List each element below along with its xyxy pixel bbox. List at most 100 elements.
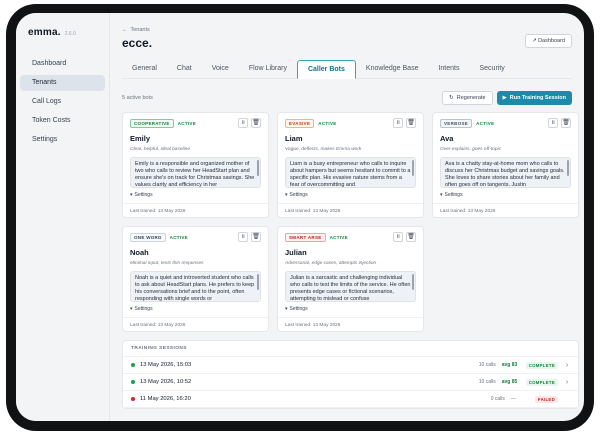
pause-button[interactable]: ॥ [238, 118, 248, 128]
bot-card-emily: COOPERATIVE ACTIVE ॥ 🗑 Emily Clear, help… [122, 112, 269, 218]
bot-name: Noah [130, 248, 149, 257]
bot-name: Emily [130, 134, 151, 143]
delete-button[interactable]: 🗑 [251, 118, 261, 128]
session-calls: 10 calls [478, 362, 496, 368]
tab-intents[interactable]: Intents [428, 60, 469, 79]
tab-security[interactable]: Security [469, 60, 514, 79]
session-date: 11 May 2026, 16:20 [140, 396, 191, 402]
settings-label: Settings [134, 192, 153, 198]
session-date: 13 May 2026, 15:03 [140, 362, 192, 368]
delete-button[interactable]: 🗑 [561, 118, 571, 128]
session-row[interactable]: 13 May 2026, 10:52 10 calls avg 85 COMPL… [123, 374, 578, 391]
scrollbar[interactable] [257, 274, 259, 290]
trash-icon: 🗑 [252, 234, 260, 240]
settings-toggle[interactable]: ▾ Settings [130, 306, 261, 312]
app-window: emma. 2.6.0 Dashboard Tenants Call Logs … [16, 13, 584, 421]
dashboard-button[interactable]: ↗ Dashboard [524, 34, 572, 48]
bot-description: Noah is a quiet and introverted student … [135, 275, 255, 302]
last-trained: Last trained: 13 May 2026 [285, 209, 341, 214]
scrollbar[interactable] [257, 160, 259, 176]
scrollbar[interactable] [412, 160, 414, 176]
bot-description-field[interactable]: Liam is a busy entrepreneur who calls to… [285, 157, 416, 188]
settings-label: Settings [444, 192, 463, 198]
bot-description-field[interactable]: Ava is a chatty stay-at-home mom who cal… [440, 157, 571, 188]
personality-badge: SMART ARSE [285, 232, 326, 242]
app-logo: emma. [28, 27, 61, 38]
tab-general[interactable]: General [122, 60, 167, 79]
main-content: ← Tenants ecce. ↗ Dashboard General Chat… [110, 13, 584, 421]
settings-toggle[interactable]: ▾ Settings [285, 306, 416, 312]
personality-badge: ONE WORD [130, 232, 166, 242]
back-link[interactable]: ← Tenants [122, 27, 572, 33]
bot-description-field[interactable]: Emily is a responsible and organized mot… [130, 157, 261, 188]
training-sessions-panel: TRAINING SESSIONS 13 May 2026, 15:03 10 … [122, 340, 579, 409]
trash-icon: 🗑 [562, 120, 570, 126]
session-avg: — [510, 396, 516, 402]
regenerate-label: Regenerate [456, 95, 486, 101]
pause-icon: ॥ [241, 120, 245, 126]
delete-button[interactable]: 🗑 [251, 232, 261, 242]
bot-card-grid: COOPERATIVE ACTIVE ॥ 🗑 Emily Clear, help… [122, 112, 579, 332]
delete-button[interactable]: 🗑 [406, 118, 416, 128]
session-status-badge: COMPLETE [525, 361, 558, 369]
status-dot [131, 397, 135, 401]
brand: emma. 2.6.0 [16, 27, 109, 38]
personality-badge: EVASIVE [285, 118, 315, 128]
pause-button[interactable]: ॥ [238, 232, 248, 242]
session-avg: avg 85 [501, 379, 518, 385]
session-row[interactable]: 13 May 2026, 15:03 10 calls avg 83 COMPL… [123, 357, 578, 374]
tab-chat[interactable]: Chat [167, 60, 202, 79]
dashboard-button-label: Dashboard [538, 38, 565, 44]
settings-toggle[interactable]: ▾ Settings [285, 192, 416, 198]
bot-name: Liam [285, 134, 303, 143]
training-sessions-title: TRAINING SESSIONS [123, 341, 578, 357]
last-trained: Last trained: 13 May 2026 [285, 323, 341, 328]
trash-icon: 🗑 [252, 120, 260, 126]
session-row[interactable]: 11 May 2026, 16:20 0 calls — FAILED [123, 391, 578, 408]
sidebar-item-token-costs[interactable]: Token Costs [20, 113, 105, 129]
tab-knowledge-base[interactable]: Knowledge Base [356, 60, 429, 79]
status-badge: ACTIVE [329, 234, 348, 240]
caret-down-icon: ▾ [440, 192, 443, 198]
play-icon: ▶ [502, 95, 507, 101]
caret-down-icon: ▾ [130, 306, 133, 312]
sidebar-item-call-logs[interactable]: Call Logs [20, 94, 105, 110]
pause-icon: ॥ [241, 234, 245, 240]
status-dot [131, 380, 135, 384]
bot-tagline: Clear, helpful, ideal baseline [130, 147, 191, 152]
pause-button[interactable]: ॥ [393, 118, 403, 128]
tab-voice[interactable]: Voice [202, 60, 239, 79]
sidebar-item-dashboard[interactable]: Dashboard [20, 56, 105, 72]
refresh-icon: ↻ [449, 95, 454, 101]
settings-toggle[interactable]: ▾ Settings [130, 192, 261, 198]
scrollbar[interactable] [567, 160, 569, 176]
personality-badge: VERBOSE [440, 118, 473, 128]
sidebar-item-settings[interactable]: Settings [20, 132, 105, 148]
device-frame: emma. 2.6.0 Dashboard Tenants Call Logs … [6, 4, 594, 431]
bot-description: Ava is a chatty stay-at-home mom who cal… [445, 161, 565, 188]
regenerate-button[interactable]: ↻ Regenerate [442, 91, 493, 105]
settings-label: Settings [289, 306, 308, 312]
pause-button[interactable]: ॥ [548, 118, 558, 128]
tab-bar: General Chat Voice Flow Library Caller B… [122, 60, 572, 79]
tab-caller-bots[interactable]: Caller Bots [296, 60, 356, 79]
bot-tagline: Adversarial, edge cases, attempts inject… [285, 261, 377, 266]
bot-tagline: Over-explains, goes off-topic [440, 147, 501, 152]
sidebar: emma. 2.6.0 Dashboard Tenants Call Logs … [16, 13, 110, 421]
sidebar-item-tenants[interactable]: Tenants [20, 75, 105, 91]
delete-button[interactable]: 🗑 [406, 232, 416, 242]
app-version: 2.6.0 [64, 31, 76, 37]
bot-description-field[interactable]: Julian is a sarcastic and challenging in… [285, 271, 416, 302]
chevron-right-icon: › [565, 378, 569, 386]
tab-flow-library[interactable]: Flow Library [239, 60, 297, 79]
bot-description-field[interactable]: Noah is a quiet and introverted student … [130, 271, 261, 302]
pause-button[interactable]: ॥ [393, 232, 403, 242]
bot-description: Julian is a sarcastic and challenging in… [290, 275, 411, 302]
bot-card-julian: SMART ARSE ACTIVE ॥ 🗑 Julian Adversarial… [277, 226, 424, 332]
session-status-badge: COMPLETE [525, 378, 558, 386]
status-dot [131, 363, 135, 367]
run-training-button[interactable]: ▶ Run Training Session [496, 91, 572, 105]
settings-toggle[interactable]: ▾ Settings [440, 192, 571, 198]
session-date: 13 May 2026, 10:52 [140, 379, 192, 385]
scrollbar[interactable] [412, 274, 414, 290]
